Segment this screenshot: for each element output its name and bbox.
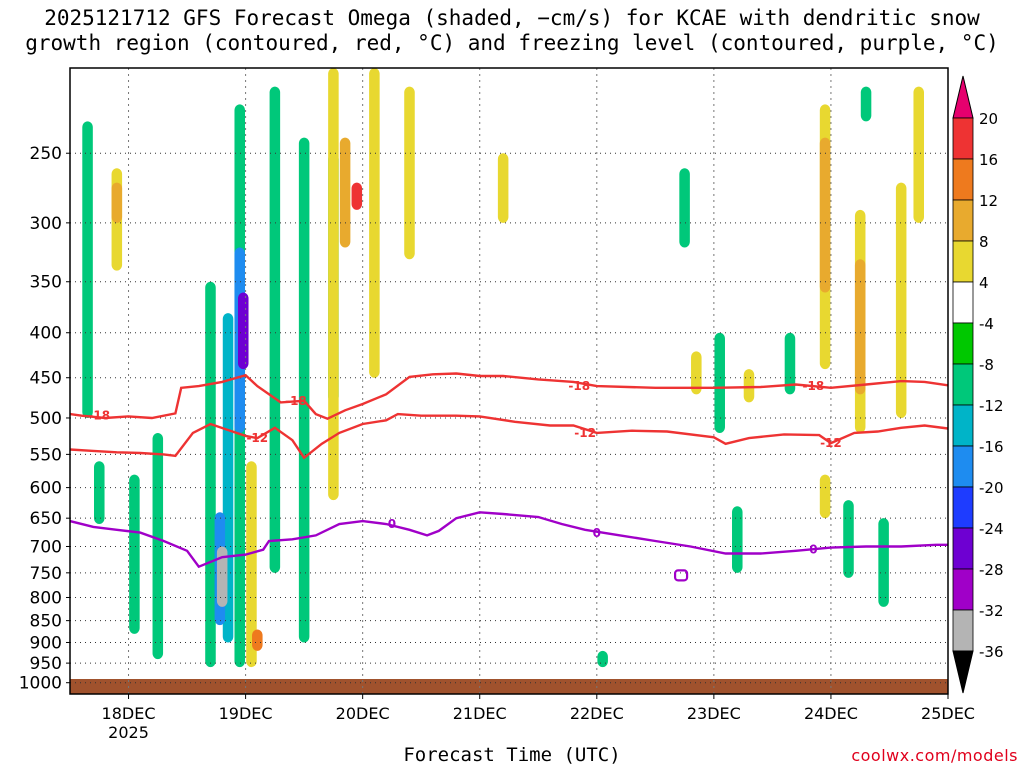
colorbar-swatch	[952, 199, 974, 242]
omega-cell-sink	[339, 137, 351, 248]
colorbar-label: 4	[979, 274, 989, 292]
colorbar-swatch	[952, 322, 974, 365]
x-tick-label: 22DEC	[570, 704, 624, 723]
x-tick-label: 18DEC	[102, 704, 156, 723]
colorbar-swatch	[952, 117, 974, 160]
omega-cell-sink	[351, 182, 363, 210]
y-tick-label: 550	[30, 445, 62, 465]
omega-cell-rise	[679, 168, 690, 248]
colorbar-label: -24	[979, 520, 1004, 538]
colorbar-swatch	[952, 281, 974, 324]
omega-cell-sink	[895, 182, 907, 418]
omega-cell-rise	[860, 86, 872, 122]
colorbar-label: 16	[979, 151, 998, 169]
omega-cell-rise	[269, 86, 281, 573]
y-tick-label: 1000	[19, 674, 62, 694]
omega-cell-rise	[129, 474, 140, 634]
contour-label: -12	[246, 431, 268, 445]
omega-cell-rise	[714, 332, 725, 433]
omega-cell-sink	[497, 153, 509, 223]
colorbar-swatch	[952, 445, 974, 488]
omega-cell-rise	[597, 650, 608, 668]
omega-cell-sink	[111, 182, 123, 223]
y-tick-label: 800	[30, 588, 62, 608]
colorbar-swatch	[952, 486, 974, 529]
omega-cell-rise	[878, 518, 889, 607]
omega-cell-rise	[93, 461, 105, 525]
colorbar-swatch	[952, 363, 974, 406]
y-tick-label: 650	[30, 509, 62, 529]
x-tick-year-label: 2025	[108, 723, 149, 742]
x-tick-label: 23DEC	[687, 704, 741, 723]
contour-label: -18	[285, 394, 307, 408]
x-tick-label: 20DEC	[336, 704, 390, 723]
colorbar-label: -36	[979, 643, 1004, 661]
y-tick-label: 450	[30, 369, 62, 389]
omega-cell-sink	[854, 259, 866, 395]
colorbar-label: 20	[979, 110, 998, 128]
colorbar-label: -12	[979, 397, 1004, 415]
colorbar-top-arrow	[952, 75, 974, 119]
colorbar-swatch	[952, 527, 974, 570]
y-tick-label: 600	[30, 479, 62, 499]
omega-cell-rise	[205, 281, 216, 668]
colorbar-label: -20	[979, 479, 1004, 497]
contour-label: -18	[803, 379, 825, 393]
colorbar-swatch	[952, 158, 974, 201]
omega-cell-sink	[913, 86, 925, 223]
colorbar-label: 8	[979, 233, 989, 251]
contour-label: -12	[574, 426, 596, 440]
y-tick-label: 400	[30, 324, 62, 344]
colorbar-bottom-arrow	[952, 650, 974, 694]
colorbar-label: -8	[979, 356, 994, 374]
colorbar: 20 16 12 8 4 -4 -8 -12 -16 -20 -24 -28 -32 -36	[952, 75, 1004, 694]
omega-cell-rise	[152, 432, 164, 660]
colorbar-label: -16	[979, 438, 1004, 456]
omega-cell-sink	[743, 369, 755, 403]
y-tick-label: 900	[30, 633, 62, 653]
colorbar-label: 12	[979, 192, 998, 210]
y-tick-label: 850	[30, 612, 62, 632]
y-tick-label: 350	[30, 273, 62, 293]
contour-label: 0	[809, 543, 817, 557]
omega-cell-rise	[298, 137, 310, 643]
colorbar-label: -4	[979, 315, 994, 333]
contour-label: -18	[88, 409, 110, 423]
colorbar-swatch	[952, 404, 974, 447]
omega-time-height-chart: -18 -18 -18 -18 -12 -12 -12 0 0 0 250 300 350 400 450 5…	[19, 67, 1004, 742]
y-tick-label: 250	[30, 144, 62, 164]
omega-cell-rise	[82, 121, 93, 418]
x-tick-label: 24DEC	[804, 704, 858, 723]
x-tick-label: 21DEC	[453, 704, 507, 723]
contour-label: 0	[593, 526, 601, 540]
colorbar-label: -32	[979, 602, 1004, 620]
omega-cell-rise	[732, 506, 743, 573]
x-tick-label: 25DEC	[921, 704, 975, 723]
y-tick-label: 500	[30, 409, 62, 429]
y-tick-label: 700	[30, 537, 62, 557]
terrain-ground	[70, 679, 948, 694]
y-tick-label: 300	[30, 214, 62, 234]
credit-link[interactable]: coolwx.com/models	[851, 746, 1018, 765]
x-tick-label: 19DEC	[219, 704, 273, 723]
contour-label: 0	[388, 517, 396, 531]
colorbar-swatch	[952, 240, 974, 283]
omega-cell-rise	[237, 292, 249, 370]
omega-cell-sink	[252, 629, 263, 651]
colorbar-swatch	[952, 568, 974, 611]
contour-label: -12	[820, 436, 842, 450]
omega-cell-sink	[819, 137, 831, 293]
colorbar-swatch	[952, 609, 974, 652]
colorbar-label: -28	[979, 561, 1004, 579]
omega-cell-sink	[404, 86, 415, 260]
y-tick-label: 950	[30, 654, 62, 674]
y-tick-label: 750	[30, 564, 62, 584]
omega-cell-sink	[819, 474, 831, 519]
contour-label: -18	[568, 379, 590, 393]
omega-cell-rise	[843, 500, 854, 578]
